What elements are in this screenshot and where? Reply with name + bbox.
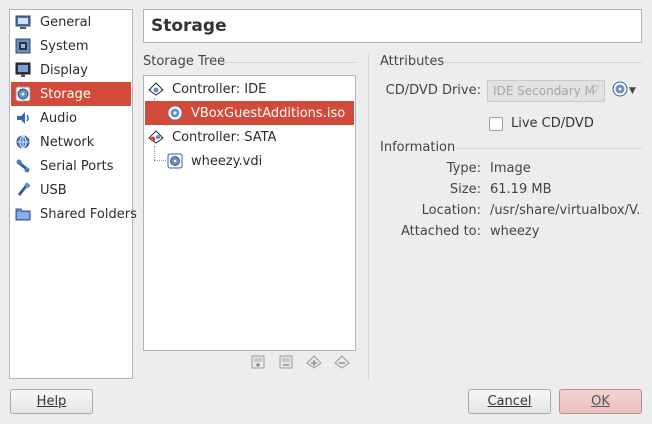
sidebar-item-label: USB xyxy=(40,182,67,198)
cd-dvd-drive-select[interactable]: IDE Secondary M ▽ xyxy=(487,80,605,102)
cancel-button[interactable]: Cancel xyxy=(468,389,551,414)
tree-item-label: VBoxGuestAdditions.iso xyxy=(191,105,346,121)
help-button-label: Help xyxy=(36,394,67,409)
sidebar-item-usb[interactable]: USB xyxy=(11,178,131,202)
sidebar-item-general[interactable]: General xyxy=(11,10,131,34)
attributes-heading: Attributes xyxy=(380,54,445,69)
info-type-value: Image xyxy=(490,161,531,176)
motherboard-icon xyxy=(15,38,31,54)
sata-controller-icon xyxy=(148,129,164,145)
info-attached-to-value: wheezy xyxy=(490,224,540,239)
tree-item-vboxguestadditions[interactable]: VBoxGuestAdditions.iso xyxy=(145,101,354,125)
sidebar-item-label: Audio xyxy=(40,110,77,126)
live-cd-dvd-label: Live CD/DVD xyxy=(511,116,594,131)
sidebar-item-label: Shared Folders xyxy=(40,206,137,222)
sidebar-item-system[interactable]: System xyxy=(11,34,131,58)
monitor-icon xyxy=(15,14,31,30)
cd-dvd-drive-label: CD/DVD Drive: xyxy=(385,83,481,98)
information-heading: Information xyxy=(380,140,456,155)
optical-disc-icon xyxy=(167,105,183,121)
tree-item-label: Controller: SATA xyxy=(172,129,277,145)
sidebar-item-label: Network xyxy=(40,134,95,150)
storage-tree-heading: Storage Tree xyxy=(143,54,226,69)
info-location-value: /usr/share/virtualbox/V... xyxy=(490,203,642,218)
add-controller-icon xyxy=(250,354,266,374)
sidebar-item-shared-folders[interactable]: Shared Folders xyxy=(11,202,137,226)
remove-controller-icon xyxy=(278,354,294,374)
storage-tree[interactable]: Controller: IDE VBoxGuestAdditions.iso C… xyxy=(143,75,356,351)
page-title-box: Storage xyxy=(143,9,642,43)
vertical-divider xyxy=(368,54,369,379)
display-icon xyxy=(15,62,31,78)
choose-disc-button[interactable]: ▼ xyxy=(612,81,640,101)
info-attached-to-label: Attached to: xyxy=(400,224,481,239)
sidebar-item-label: Serial Ports xyxy=(40,158,114,174)
network-icon xyxy=(15,134,31,150)
optical-disc-icon xyxy=(612,81,628,101)
settings-sidebar: General System Display Storage Audio Net… xyxy=(9,9,137,379)
remove-attachment-button[interactable] xyxy=(333,355,351,373)
speaker-icon xyxy=(15,110,31,126)
help-button[interactable]: Help xyxy=(10,389,93,414)
info-location-label: Location: xyxy=(421,203,481,218)
usb-icon xyxy=(15,182,31,198)
folder-icon xyxy=(15,206,31,222)
tree-item-controller-sata[interactable]: Controller: SATA xyxy=(145,125,354,149)
add-controller-button[interactable] xyxy=(249,355,267,373)
sidebar-item-storage[interactable]: Storage xyxy=(11,82,131,106)
cancel-button-label: Cancel xyxy=(487,394,532,409)
sidebar-item-audio[interactable]: Audio xyxy=(11,106,131,130)
serial-port-icon xyxy=(15,158,31,174)
add-attachment-button[interactable] xyxy=(305,355,323,373)
sidebar-item-label: Storage xyxy=(40,86,91,102)
chevron-down-icon: ▽ xyxy=(591,84,599,95)
sidebar-item-serial-ports[interactable]: Serial Ports xyxy=(11,154,131,178)
dropdown-arrow-icon: ▼ xyxy=(629,86,636,96)
ok-button-label: OK xyxy=(591,394,610,409)
page-title: Storage xyxy=(151,16,227,36)
live-cd-dvd-checkbox[interactable] xyxy=(489,117,503,131)
sidebar-item-label: General xyxy=(40,14,92,30)
add-attachment-icon xyxy=(306,354,322,374)
hard-disk-icon xyxy=(167,153,183,169)
sidebar-item-network[interactable]: Network xyxy=(11,130,131,154)
ok-button[interactable]: OK xyxy=(559,389,642,414)
section-divider xyxy=(457,148,642,149)
sidebar-item-label: System xyxy=(40,38,89,54)
sidebar-item-label: Display xyxy=(40,62,88,78)
tree-item-controller-ide[interactable]: Controller: IDE xyxy=(145,77,354,101)
section-divider xyxy=(444,62,642,63)
cd-dvd-drive-value: IDE Secondary M xyxy=(493,84,595,98)
remove-attachment-icon xyxy=(334,354,350,374)
remove-controller-button[interactable] xyxy=(277,355,295,373)
info-size-label: Size: xyxy=(449,182,481,197)
tree-item-wheezy-vdi[interactable]: wheezy.vdi xyxy=(145,149,354,173)
sidebar-item-display[interactable]: Display xyxy=(11,58,131,82)
storage-icon xyxy=(15,86,31,102)
section-divider xyxy=(222,62,356,63)
tree-item-label: wheezy.vdi xyxy=(191,153,263,169)
tree-item-label: Controller: IDE xyxy=(172,81,267,97)
info-type-label: Type: xyxy=(446,161,481,176)
ide-controller-icon xyxy=(148,81,164,97)
info-size-value: 61.19 MB xyxy=(490,182,552,197)
